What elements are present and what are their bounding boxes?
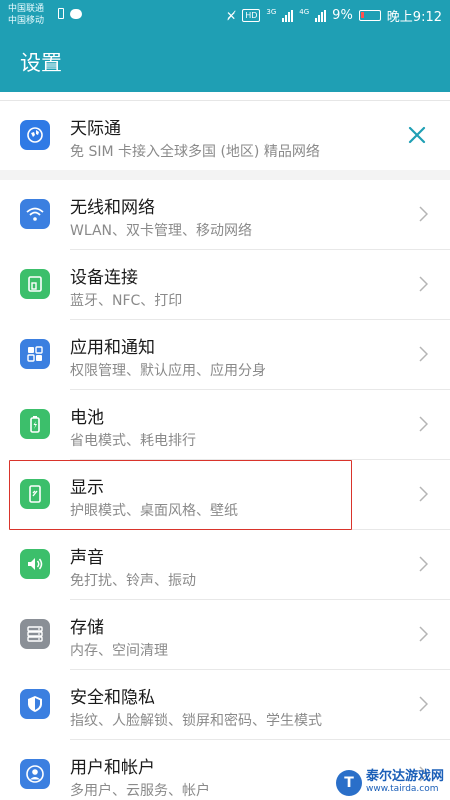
settings-item-title: 无线和网络	[70, 198, 155, 218]
network-type-2: 4G	[299, 7, 310, 16]
settings-item-subtitle: 权限管理、默认应用、应用分身	[70, 363, 266, 379]
settings-item-subtitle: 免打扰、铃声、振动	[70, 573, 196, 589]
battery-icon	[20, 409, 50, 439]
display-icon	[20, 479, 50, 509]
chevron-right-icon	[419, 276, 428, 292]
carrier-1: 中国联通	[8, 4, 45, 14]
settings-item-subtitle: 多用户、云服务、帐户	[70, 783, 210, 799]
message-bubble-icon	[70, 8, 82, 19]
settings-item-battery[interactable]: 电池 省电模式、耗电排行	[0, 390, 450, 460]
settings-item-sound[interactable]: 声音 免打扰、铃声、振动	[0, 530, 450, 600]
settings-item-subtitle: 指纹、人脸解锁、锁屏和密码、学生模式	[70, 713, 322, 729]
watermark-name: 泰尔达游戏网	[365, 769, 444, 784]
chevron-right-icon	[419, 416, 428, 432]
skytone-banner[interactable]: 天际通 免 SIM 卡接入全球多国 (地区) 精品网络	[0, 100, 450, 170]
signal-bars-icon-2	[315, 9, 327, 22]
battery-percent: 9%	[332, 8, 353, 23]
banner-subtitle: 免 SIM 卡接入全球多国 (地区) 精品网络	[70, 144, 320, 160]
settings-item-subtitle: 内存、空间清理	[70, 643, 168, 659]
settings-item-subtitle: WLAN、双卡管理、移动网络	[70, 223, 253, 239]
shield-icon	[20, 689, 50, 719]
globe-icon	[20, 120, 50, 150]
watermark-logo-icon: T	[335, 770, 362, 796]
signal-bars-icon	[282, 9, 294, 22]
mute-icon: ✕̸	[226, 8, 237, 23]
status-bar: 中国联通 中国移动 ✕̸ HD 3G 4G 9% 晚上9:12	[0, 0, 450, 30]
settings-item-apps-notifications[interactable]: 应用和通知 权限管理、默认应用、应用分身	[0, 320, 450, 390]
watermark: T 泰尔达游戏网 www.tairda.com	[335, 769, 444, 796]
chevron-right-icon	[419, 696, 428, 712]
battery-icon	[358, 10, 381, 21]
chevron-right-icon	[419, 346, 428, 362]
settings-item-title: 应用和通知	[70, 338, 155, 358]
settings-item-title: 存储	[70, 618, 104, 638]
clock: 晚上9:12	[386, 10, 442, 25]
settings-item-title: 声音	[70, 548, 104, 568]
settings-item-storage[interactable]: 存储 内存、空间清理	[0, 600, 450, 670]
speaker-icon	[20, 549, 50, 579]
hd-badge: HD	[242, 9, 261, 22]
app-bar: 设置	[0, 30, 450, 92]
page-title: 设置	[20, 51, 62, 75]
chevron-right-icon	[419, 626, 428, 642]
settings-item-subtitle: 蓝牙、NFC、打印	[70, 293, 183, 309]
settings-item-device-connection[interactable]: 设备连接 蓝牙、NFC、打印	[0, 250, 450, 320]
wifi-icon	[20, 199, 50, 229]
settings-item-security-privacy[interactable]: 安全和隐私 指纹、人脸解锁、锁屏和密码、学生模式	[0, 670, 450, 740]
user-icon	[20, 759, 50, 789]
carrier-labels: 中国联通 中国移动	[8, 3, 44, 27]
device-connection-icon	[20, 269, 50, 299]
watermark-url: www.tairda.com	[365, 784, 439, 794]
apps-grid-icon	[20, 339, 50, 369]
settings-item-wireless-network[interactable]: 无线和网络 WLAN、双卡管理、移动网络	[0, 180, 450, 250]
settings-item-display[interactable]: 显示 护眼模式、桌面风格、壁纸	[0, 460, 450, 530]
banner-title: 天际通	[70, 119, 121, 139]
settings-item-subtitle: 护眼模式、桌面风格、壁纸	[70, 503, 238, 519]
settings-item-title: 用户和帐户	[70, 758, 155, 778]
close-icon[interactable]	[408, 126, 426, 144]
settings-item-subtitle: 省电模式、耗电排行	[70, 433, 196, 449]
settings-item-title: 电池	[70, 408, 104, 428]
settings-item-title: 设备连接	[70, 268, 138, 288]
sim-card-icon	[58, 8, 64, 19]
storage-icon	[20, 619, 50, 649]
chevron-right-icon	[419, 556, 428, 572]
network-type-1: 3G	[266, 7, 277, 16]
section-gap	[0, 170, 450, 180]
settings-item-title: 安全和隐私	[70, 688, 155, 708]
chevron-right-icon	[419, 486, 428, 502]
carrier-2: 中国移动	[8, 16, 45, 26]
settings-item-title: 显示	[70, 478, 104, 498]
chevron-right-icon	[419, 206, 428, 222]
